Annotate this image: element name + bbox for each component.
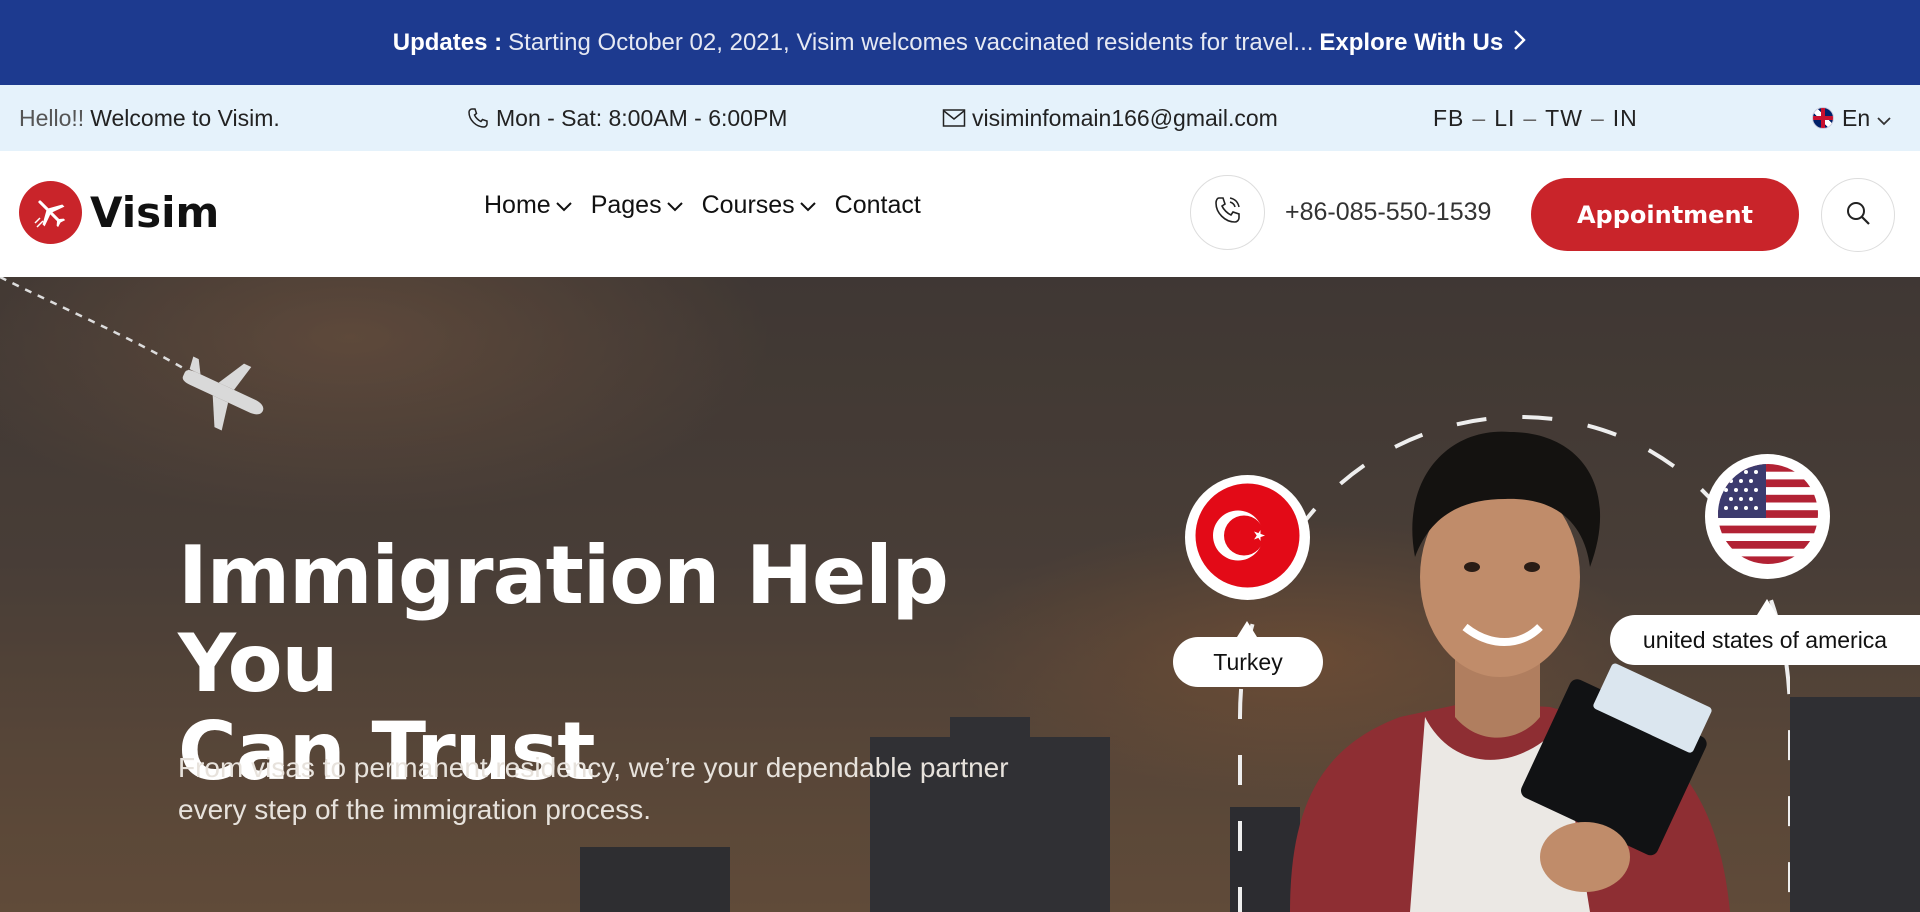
announcement-message: Starting October 02, 2021, Visim welcome…: [508, 28, 1314, 56]
hello-prefix: Hello!!: [19, 104, 85, 131]
brand-name: Visim: [90, 188, 220, 237]
building-silhouette: [580, 847, 730, 912]
hero-subtitle-line2: every step of the immigration process.: [178, 794, 652, 825]
nav-item-courses[interactable]: Courses: [702, 191, 817, 220]
hero-section: Immigration Help You Can Trust From visa…: [0, 277, 1920, 912]
hero-subtitle-line1: From visas to permanent residency, we’re…: [178, 752, 1009, 783]
language-selector[interactable]: En: [1812, 85, 1892, 151]
nav-item-pages[interactable]: Pages: [591, 191, 684, 220]
info-bar: Hello!! Welcome to Visim. Mon - Sat: 8:0…: [0, 85, 1920, 151]
social-facebook[interactable]: FB: [1433, 105, 1464, 132]
social-separator: –: [1472, 104, 1487, 131]
nav-label: Pages: [590, 191, 662, 219]
announcement-bar: Updates : Starting October 02, 2021, Vis…: [0, 0, 1920, 85]
chevron-down-icon: [666, 191, 684, 220]
nav-label: Home: [484, 191, 551, 219]
turkey-label: Turkey: [1173, 637, 1323, 687]
social-separator: –: [1590, 104, 1605, 131]
social-instagram[interactable]: IN: [1613, 105, 1638, 132]
chevron-right-icon[interactable]: [1513, 27, 1527, 58]
chevron-down-icon: [555, 191, 573, 220]
language-label: En: [1842, 104, 1871, 131]
nav-item-home[interactable]: Home: [484, 191, 573, 220]
welcome-text: Hello!! Welcome to Visim.: [19, 85, 280, 151]
email-text[interactable]: visiminfomain166@gmail.com: [972, 105, 1278, 132]
social-separator: –: [1523, 104, 1538, 131]
nav-label: Courses: [701, 191, 795, 219]
search-button[interactable]: [1821, 178, 1895, 252]
phone-number[interactable]: +86-085-550-1539: [1285, 198, 1491, 227]
site-header: Visim Home Pages Courses Contact +86-085…: [0, 151, 1920, 277]
nav-label: Contact: [834, 191, 921, 219]
mail-icon: [942, 108, 966, 128]
badge-pointer: [1757, 599, 1777, 615]
phone-icon: [466, 106, 490, 130]
social-links: FB – LI – TW – IN: [1433, 85, 1638, 151]
search-icon: [1844, 199, 1872, 232]
appointment-button[interactable]: Appointment: [1531, 178, 1799, 251]
airplane-icon: [175, 352, 270, 437]
brand-logo[interactable]: Visim: [19, 181, 219, 244]
usa-label: united states of america: [1610, 615, 1920, 665]
hours-text: Mon - Sat: 8:00AM - 6:00PM: [496, 104, 788, 131]
chevron-down-icon: [1876, 105, 1892, 132]
badge-pointer: [1237, 621, 1257, 637]
nav-item-contact[interactable]: Contact: [835, 191, 921, 220]
hero-subtitle: From visas to permanent residency, we’re…: [178, 747, 1038, 831]
social-twitter[interactable]: TW: [1545, 105, 1583, 132]
phone-call-icon: [1211, 193, 1245, 232]
email-contact[interactable]: visiminfomain166@gmail.com: [942, 85, 1278, 151]
social-linkedin[interactable]: LI: [1494, 105, 1515, 132]
hello-text: Welcome to Visim.: [90, 104, 280, 131]
announcement-lead: Updates :: [392, 28, 503, 56]
hero-title-line1: Immigration Help You: [178, 529, 949, 710]
turkey-flag-icon: [1195, 483, 1300, 593]
call-button[interactable]: [1190, 175, 1265, 250]
business-hours: Mon - Sat: 8:00AM - 6:00PM: [466, 85, 787, 151]
usa-flag-icon: [1717, 464, 1818, 569]
building-silhouette: [1790, 697, 1920, 912]
main-nav: Home Pages Courses Contact: [484, 191, 939, 220]
uk-flag-icon: [1812, 107, 1834, 129]
turkey-flag-badge: [1185, 475, 1310, 600]
explore-link[interactable]: Explore With Us: [1319, 29, 1503, 57]
usa-flag-badge: [1705, 454, 1830, 579]
chevron-down-icon: [799, 191, 817, 220]
airplane-logo-icon: [19, 181, 82, 244]
